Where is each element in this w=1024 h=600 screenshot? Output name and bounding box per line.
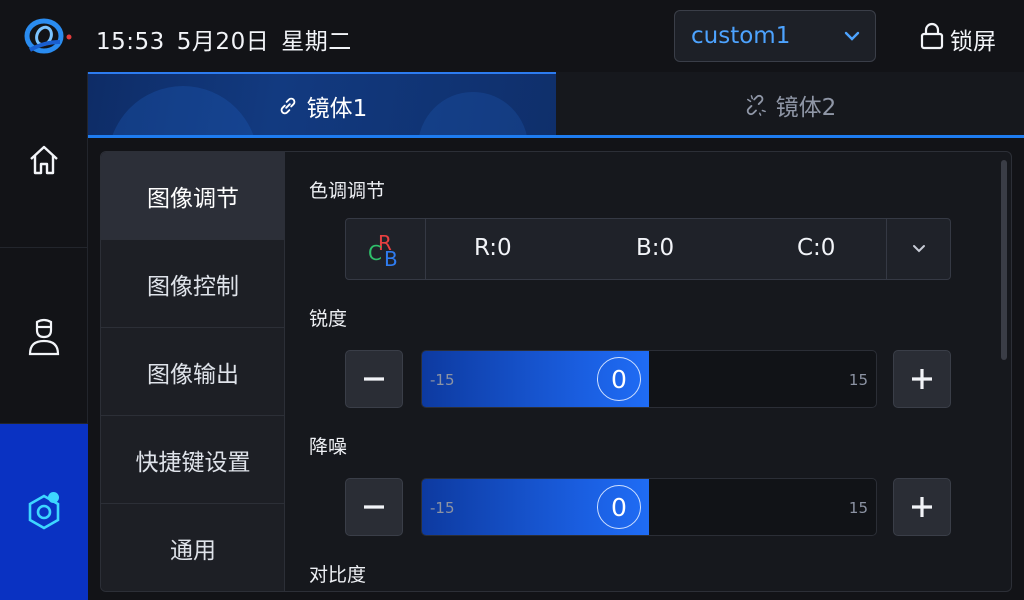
menu-item-shortcut-settings[interactable]: 快捷键设置 (101, 416, 285, 504)
minus-icon (364, 377, 384, 381)
plus-icon (912, 369, 932, 389)
clock-weekday: 星期二 (281, 29, 352, 55)
tone-b-value: B:0 (636, 235, 675, 261)
side-nav (0, 72, 88, 600)
clock-date: 5月20日 (176, 29, 270, 55)
denoise-slider[interactable]: -15 15 0 (421, 478, 877, 536)
tone-expand-button[interactable] (886, 219, 950, 279)
slider-max-label: 15 (848, 371, 868, 389)
lock-screen-label: 锁屏 (950, 29, 996, 55)
menu-item-image-control[interactable]: 图像控制 (101, 240, 285, 328)
doctor-icon (28, 318, 60, 355)
top-bar: 15:53 5月20日 星期二 custom1 锁屏 (0, 0, 1024, 72)
link-icon (280, 97, 296, 115)
settings-panel: 图像调节 图像控制 图像输出 快捷键设置 通用 色调调节 R C B R:0 B… (100, 151, 1012, 592)
preset-select[interactable]: custom1 (674, 10, 876, 62)
menu-item-image-adjust[interactable]: 图像调节 (101, 152, 285, 240)
denoise-title: 降噪 (309, 436, 348, 458)
tab-scope-1[interactable]: 镜体1 (88, 72, 556, 138)
denoise-decrease-button[interactable] (345, 478, 403, 536)
tab-scope-2-label: 镜体2 (775, 95, 837, 121)
slider-min-label: -15 (430, 371, 455, 389)
sharpness-increase-button[interactable] (893, 350, 951, 408)
menu-item-general[interactable]: 通用 (101, 504, 285, 591)
rcb-icon: R C B (346, 219, 426, 279)
menu-item-image-output[interactable]: 图像输出 (101, 328, 285, 416)
sharpness-slider[interactable]: -15 15 0 (421, 350, 877, 408)
slider-knob[interactable]: 0 (597, 357, 641, 401)
chevron-down-icon (912, 245, 925, 253)
tab-decoration (108, 86, 258, 138)
plus-icon (912, 497, 932, 517)
tone-c-value: C:0 (797, 235, 836, 261)
nav-item-home[interactable] (0, 72, 88, 248)
rcb-letter-b: B (384, 247, 398, 271)
tabs-underline (88, 135, 1024, 138)
slider-max-label: 15 (848, 499, 868, 517)
lock-icon (920, 22, 944, 50)
scrollbar[interactable] (1001, 160, 1007, 360)
datetime: 15:53 5月20日 星期二 (96, 22, 364, 56)
denoise-increase-button[interactable] (893, 478, 951, 536)
tab-decoration (418, 92, 528, 138)
minus-icon (364, 505, 384, 509)
brand-logo-icon (24, 18, 72, 54)
home-icon (30, 145, 58, 174)
clock-time: 15:53 (96, 29, 165, 55)
tone-selector[interactable]: R C B R:0 B:0 C:0 (345, 218, 951, 280)
link-broken-icon (746, 94, 766, 116)
tab-scope-2[interactable]: 镜体2 (556, 72, 1024, 138)
tab-scope-1-label: 镜体1 (306, 96, 368, 122)
sharpness-title: 锐度 (309, 308, 348, 330)
scope-tabs: 镜体1 镜体2 (88, 72, 1024, 138)
slider-min-label: -15 (430, 499, 455, 517)
tone-title: 色调调节 (309, 180, 386, 202)
contrast-title: 对比度 (309, 564, 367, 586)
sharpness-decrease-button[interactable] (345, 350, 403, 408)
slider-knob[interactable]: 0 (597, 485, 641, 529)
notification-dot (48, 492, 59, 503)
settings-menu: 图像调节 图像控制 图像输出 快捷键设置 通用 (101, 152, 285, 591)
chevron-down-icon (844, 31, 860, 41)
nav-item-doctor[interactable] (0, 248, 88, 424)
nav-item-settings[interactable] (0, 424, 88, 600)
preset-selected-value: custom1 (691, 23, 791, 49)
settings-content: 色调调节 R C B R:0 B:0 C:0 锐度 -15 15 0 降噪 -1… (285, 152, 1011, 591)
rcb-letter-c: C (368, 241, 382, 265)
tone-r-value: R:0 (474, 235, 512, 261)
